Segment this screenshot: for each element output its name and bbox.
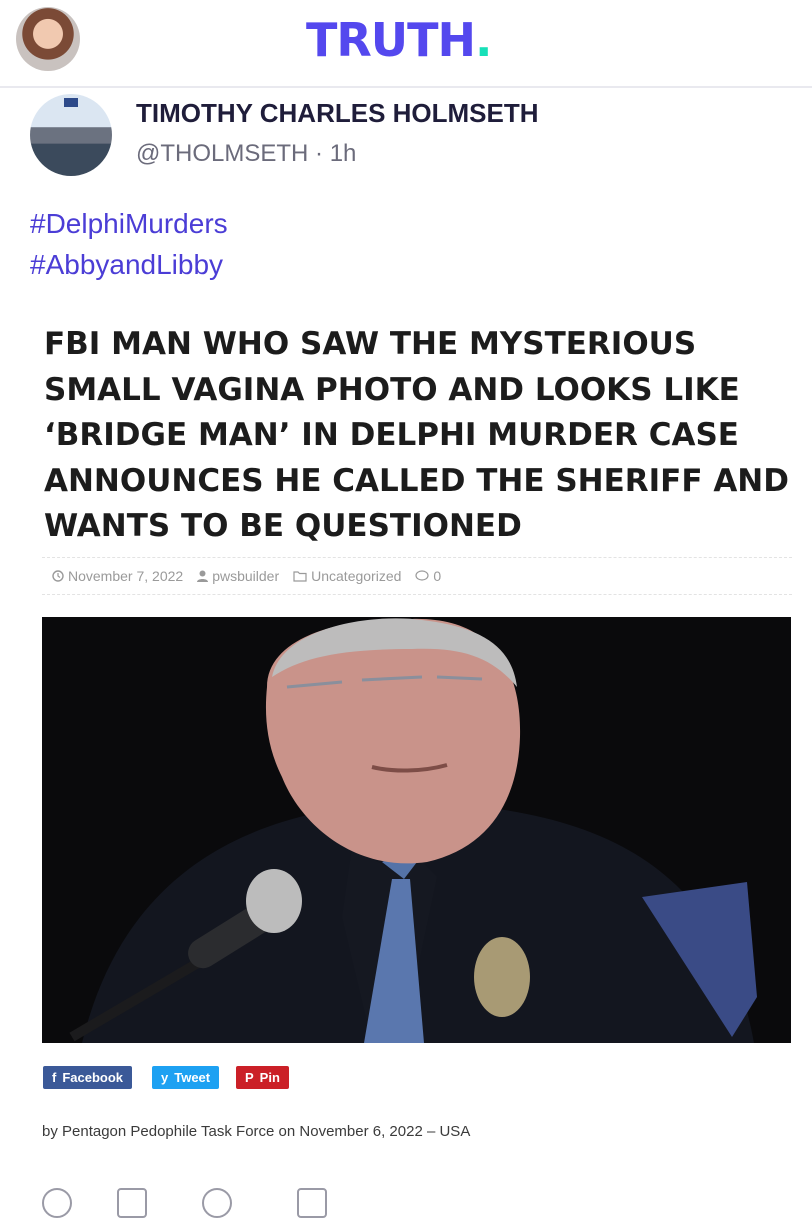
reply-icon[interactable] (42, 1188, 72, 1218)
facebook-icon: f (52, 1070, 57, 1085)
twitter-icon: y (161, 1070, 169, 1085)
current-user-avatar[interactable] (16, 7, 80, 71)
clock-icon (52, 570, 64, 582)
like-icon[interactable] (202, 1188, 232, 1218)
author-avatar[interactable] (30, 94, 112, 176)
truth-logo[interactable]: TRUTH. (306, 12, 493, 68)
facebook-share-button[interactable]: f Facebook (43, 1066, 133, 1089)
author-handle-time[interactable]: @THOLMSETH · 1h (136, 140, 356, 168)
pinterest-icon: P (245, 1070, 254, 1085)
retruth-icon[interactable] (117, 1188, 147, 1218)
share-icon[interactable] (297, 1188, 327, 1218)
article-photo[interactable] (42, 617, 791, 1043)
meta-comments[interactable]: 0 (415, 568, 441, 584)
officer-photo-illustration (42, 617, 791, 1043)
hashtag-abby-and-libby[interactable]: #AbbyandLibby (30, 249, 223, 281)
article-title: FBI MAN WHO SAW THE MYSTERIOUS SMALL VAG… (44, 326, 789, 544)
top-bar: TRUTH. (0, 0, 812, 88)
tweet-share-button[interactable]: y Tweet (152, 1066, 220, 1089)
meta-category[interactable]: Uncategorized (293, 568, 401, 584)
user-icon (197, 570, 209, 582)
comment-icon (415, 570, 430, 581)
meta-date: November 7, 2022 (52, 568, 183, 584)
hashtag-delphi-murders[interactable]: #DelphiMurders (30, 208, 228, 240)
folder-icon (293, 570, 307, 582)
pin-share-button[interactable]: P Pin (236, 1066, 289, 1089)
article-meta: November 7, 2022 pwsbuilder Uncategorize… (42, 557, 792, 595)
meta-author[interactable]: pwsbuilder (197, 568, 279, 584)
author-name[interactable]: TIMOTHY CHARLES HOLMSETH (136, 98, 539, 129)
article-byline: by Pentagon Pedophile Task Force on Nove… (42, 1123, 471, 1140)
